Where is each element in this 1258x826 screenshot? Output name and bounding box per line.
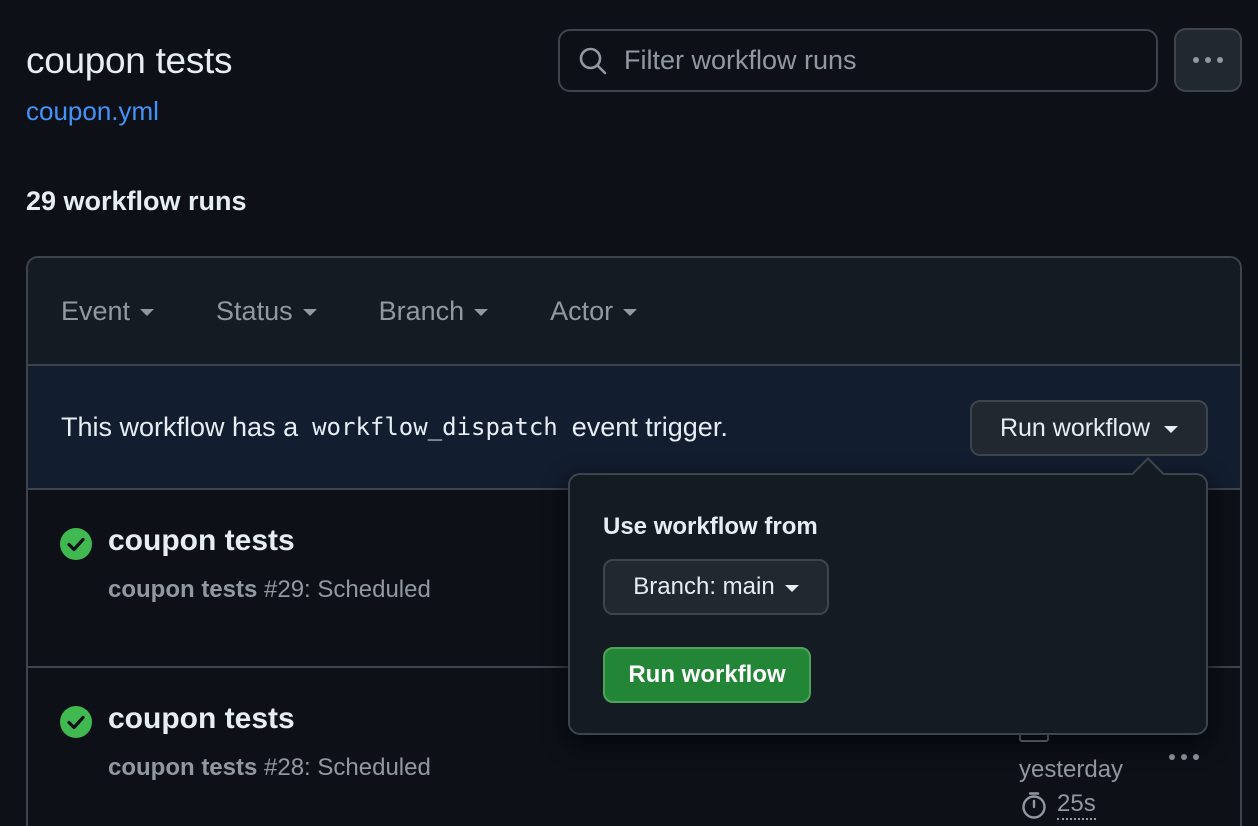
run-duration: 25s [1019,790,1096,820]
dispatch-code: workflow_dispatch [312,413,558,441]
workflow-file-link[interactable]: coupon.yml [26,96,159,127]
search-icon [576,44,610,78]
filter-actor[interactable]: Actor [550,296,638,327]
search-box[interactable] [558,29,1158,92]
caret-down-icon [140,309,155,316]
filter-branch[interactable]: Branch [379,296,489,327]
run-more-options-button[interactable] [1169,754,1199,760]
run-title[interactable]: coupon tests [108,702,295,736]
workflow-runs-count: 29 workflow runs [26,186,247,216]
caret-down-icon [474,309,489,316]
run-subtitle: coupon tests #28: Scheduled [108,754,431,781]
stopwatch-icon [1022,792,1046,819]
run-title[interactable]: coupon tests [108,524,295,558]
filter-bar: Event Status Branch Actor [28,258,1240,366]
success-check-icon [60,706,92,738]
run-time: yesterday [1019,756,1124,783]
caret-down-icon [623,309,638,316]
dispatch-text-end: event trigger. [571,411,728,442]
run-subtitle: coupon tests #29: Scheduled [108,576,431,603]
more-options-button[interactable] [1174,28,1242,92]
dispatch-text: This workflow has a [61,411,299,442]
caret-down-icon [784,585,799,592]
kebab-icon [1169,754,1175,760]
page-title: coupon tests [26,40,233,81]
filter-status[interactable]: Status [216,296,317,327]
dispatch-banner: This workflow has a workflow_dispatch ev… [28,366,1240,490]
caret-down-icon [1164,426,1179,433]
search-input[interactable] [624,45,1156,76]
run-workflow-button[interactable]: Run workflow [603,647,811,703]
success-check-icon [60,528,92,560]
popover-label: Use workflow from [603,513,818,540]
caret-down-icon [302,309,317,316]
run-workflow-popover: Use workflow from Branch: main Run workf… [568,457,1208,735]
kebab-icon [1193,57,1199,63]
filter-event[interactable]: Event [61,296,155,327]
branch-select-button[interactable]: Branch: main [603,559,829,615]
run-workflow-dropdown[interactable]: Run workflow [970,400,1208,456]
